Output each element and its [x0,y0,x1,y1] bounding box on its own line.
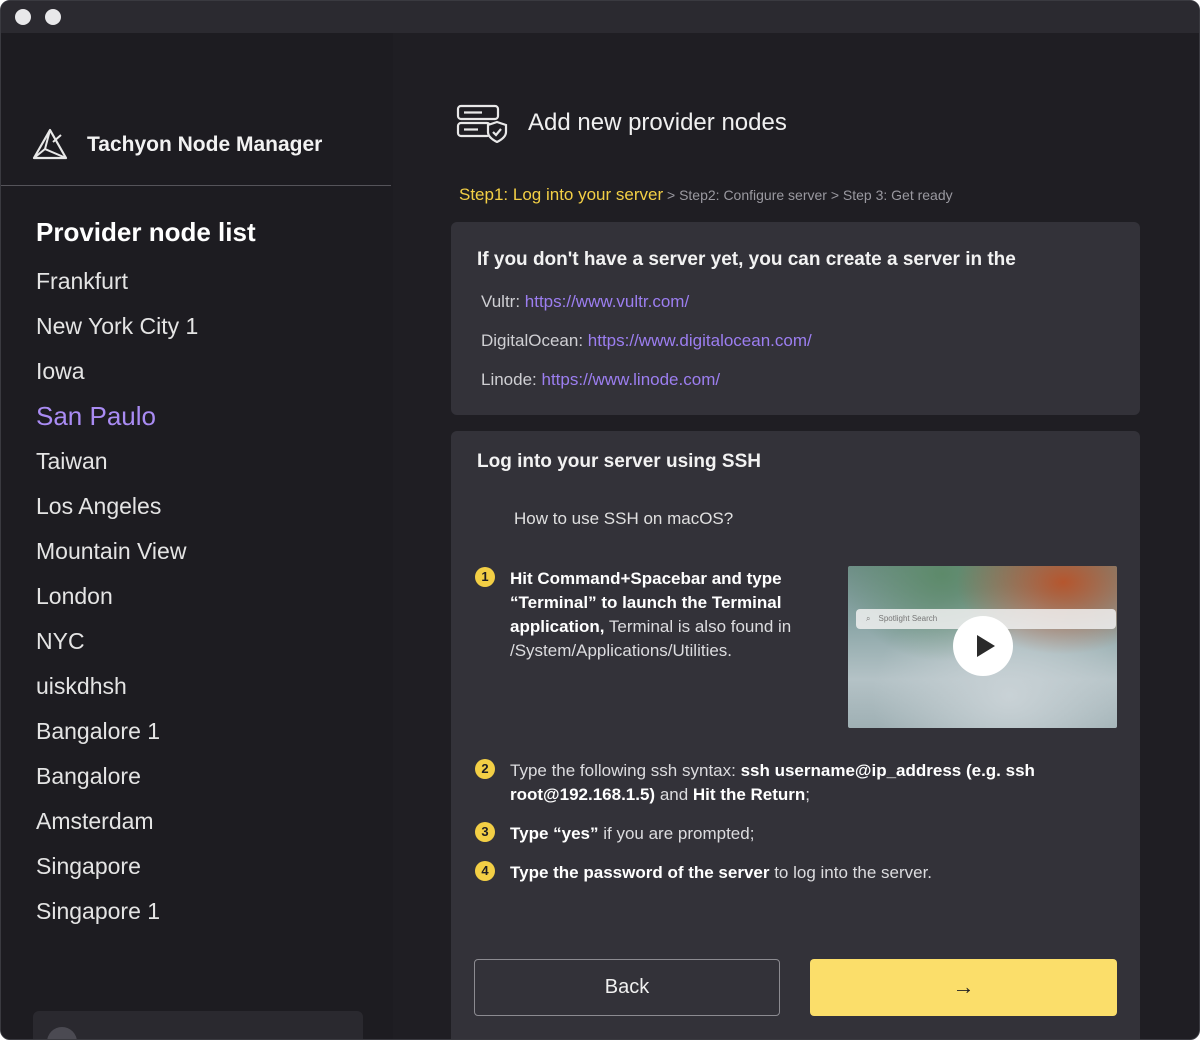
sidebar-item-node[interactable]: New York City 1 [36,304,198,349]
provider-name: Linode: [481,370,542,389]
server-shield-icon [456,104,508,143]
ssh-howto-label: How to use SSH on macOS? [514,509,734,528]
title-bar [1,1,1199,33]
search-icon: ⌕ [866,614,871,623]
ssh-card-title: Log into your server using SSH [477,451,761,472]
triangle-logo-icon [32,128,68,160]
back-button[interactable]: Back [474,959,780,1016]
step-number-2: 2 [475,759,495,779]
step-number-4: 4 [475,861,495,881]
spotlight-placeholder: Spotlight Search [878,614,938,623]
sidebar-item-node[interactable]: Taiwan [36,439,198,484]
provider-node-list: Frankfurt New York City 1 Iowa San Paulo Tai… [36,259,198,934]
vultr-link[interactable]: https://www.vultr.com/ [525,292,689,311]
provider-list-title: Provider node list [36,217,256,247]
provider-row-linode: Linode: https://www.linode.com/ [481,370,720,390]
ssh-step-2: Type the following ssh syntax: ssh usern… [510,759,1110,807]
breadcrumb-step1: Step1: Log into your server [459,185,664,204]
avatar[interactable] [47,1027,77,1039]
play-icon [977,635,995,657]
sidebar-divider [1,185,391,186]
sidebar-item-node[interactable]: Amsterdam [36,799,198,844]
brand: Tachyon Node Manager [31,125,322,165]
next-button[interactable]: → [810,959,1117,1016]
close-window-button[interactable] [15,9,31,25]
sidebar-item-node[interactable]: San Paulo [36,394,198,439]
provider-name: Vultr: [481,292,525,311]
play-button[interactable] [953,616,1013,676]
main-header: Add new provider nodes [456,103,787,143]
sidebar-item-node[interactable]: Iowa [36,349,198,394]
step-2-mid: and [655,785,693,804]
step-3-text: if you are prompted; [598,824,755,843]
breadcrumb-rest: > Step2: Configure server > Step 3: Get … [663,187,953,203]
minimize-window-button[interactable] [45,9,61,25]
digitalocean-link[interactable]: https://www.digitalocean.com/ [588,331,812,350]
sidebar-item-node[interactable]: Bangalore 1 [36,709,198,754]
sidebar-item-node[interactable]: Singapore 1 [36,889,198,934]
create-server-card: If you don't have a server yet, you can … [451,222,1140,415]
step-3-bold: Type “yes” [510,824,599,843]
ssh-card: Log into your server using SSH How to us… [451,431,1140,1039]
app-name: Tachyon Node Manager [87,133,323,156]
ssh-step-1: Hit Command+Spacebar and type “Terminal”… [510,567,830,663]
sidebar: Tachyon Node Manager Provider node list … [1,33,393,1039]
sidebar-item-node[interactable]: Bangalore [36,754,198,799]
ssh-step-3: Type “yes” if you are prompted; [510,822,1110,846]
provider-name: DigitalOcean: [481,331,588,350]
sidebar-item-node[interactable]: London [36,574,198,619]
step-number-1: 1 [475,567,495,587]
step-number-3: 3 [475,822,495,842]
step-2-post: ; [805,785,811,804]
linode-link[interactable]: https://www.linode.com/ [542,370,721,389]
provider-row-vultr: Vultr: https://www.vultr.com/ [481,292,689,312]
sidebar-item-node[interactable]: Mountain View [36,529,198,574]
step-breadcrumb: Step1: Log into your server > Step2: Con… [459,185,953,205]
sidebar-item-node[interactable]: Frankfurt [36,259,198,304]
provider-row-digitalocean: DigitalOcean: https://www.digitalocean.c… [481,331,812,351]
sidebar-item-node[interactable]: NYC [36,619,198,664]
sidebar-item-node[interactable]: Los Angeles [36,484,198,529]
step-4-text: to log into the server. [769,863,933,882]
ssh-tutorial-video[interactable]: ⌕ Spotlight Search [848,566,1117,728]
page-title: Add new provider nodes [528,109,787,136]
create-server-title: If you don't have a server yet, you can … [477,249,1016,270]
ssh-step-4: Type the password of the server to log i… [510,861,1110,885]
step-2-return: Hit the Return [692,785,806,804]
step-4-bold: Type the password of the server [510,863,770,882]
step-2-pre: Type the following ssh syntax: [510,761,741,780]
sidebar-item-node[interactable]: uiskdhsh [36,664,198,709]
account-panel[interactable] [33,1011,363,1039]
sidebar-item-node[interactable]: Singapore [36,844,198,889]
app-window: Tachyon Node Manager Provider node list … [0,0,1200,1040]
